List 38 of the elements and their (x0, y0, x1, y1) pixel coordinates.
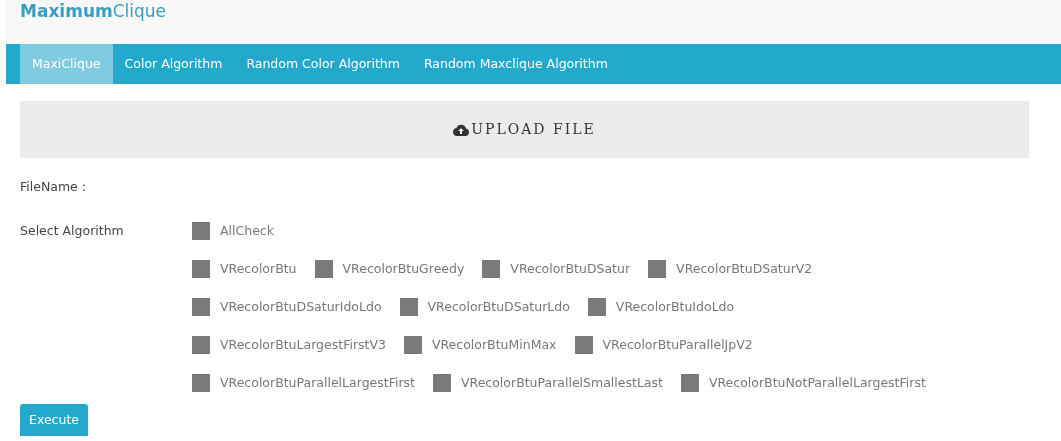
brand-logo[interactable]: MaximumClique (20, 0, 167, 22)
checkbox-label: VRecolorBtuDSaturV2 (676, 259, 813, 278)
nav-tab[interactable]: Random Color Algorithm (234, 44, 412, 84)
checkbox-label: VRecolorBtuIdoLdo (615, 297, 735, 316)
file-name-label: FileName : (20, 178, 86, 196)
checkbox[interactable] (574, 336, 593, 354)
checkbox-label: VRecolorBtuDSaturIdoLdo (220, 297, 382, 316)
checkbox-label: VRecolorBtuParallelSmallestLast (461, 373, 663, 392)
checkbox[interactable] (433, 374, 451, 392)
checkbox[interactable] (680, 374, 699, 392)
checkbox[interactable] (192, 298, 210, 316)
checkbox[interactable] (314, 260, 333, 278)
checkbox-label: AllCheck (220, 221, 274, 240)
checkbox[interactable] (192, 336, 210, 354)
cloud-upload-icon (453, 123, 470, 136)
checkbox[interactable] (399, 298, 418, 316)
checkbox-label: VRecolorBtu (220, 259, 297, 278)
checkbox-label: VRecolorBtuDSatur (510, 259, 631, 278)
select-algorithm-label: Select Algorithm (20, 222, 125, 240)
checkbox[interactable] (482, 260, 501, 278)
checkbox[interactable] (192, 260, 210, 278)
checkbox-label: VRecolorBtuNotParallelLargestFirst (708, 373, 926, 392)
upload-file-button[interactable]: UPLOAD FILE (20, 101, 1029, 158)
execute-button[interactable]: Execute (20, 404, 88, 436)
checkbox[interactable] (192, 374, 210, 392)
checkbox-label: VRecolorBtuParallelJpV2 (602, 335, 753, 354)
checkbox[interactable] (192, 222, 210, 240)
nav-tab[interactable]: Random Maxclique Algorithm (411, 44, 620, 84)
checkbox-label: VRecolorBtuLargestFirstV3 (220, 335, 386, 354)
checkbox-label: VRecolorBtuDSaturLdo (427, 297, 570, 316)
nav-tab[interactable]: MaxiClique (20, 44, 113, 84)
checkbox[interactable] (648, 260, 667, 278)
checkbox-label: VRecolorBtuParallelLargestFirst (220, 373, 415, 392)
nav-tab[interactable]: Color Algorithm (112, 44, 235, 84)
checkbox-label: VRecolorBtuMinMax (431, 335, 557, 354)
checkbox[interactable] (587, 298, 606, 316)
checkbox[interactable] (403, 336, 422, 354)
checkbox-label: VRecolorBtuGreedy (342, 259, 465, 278)
